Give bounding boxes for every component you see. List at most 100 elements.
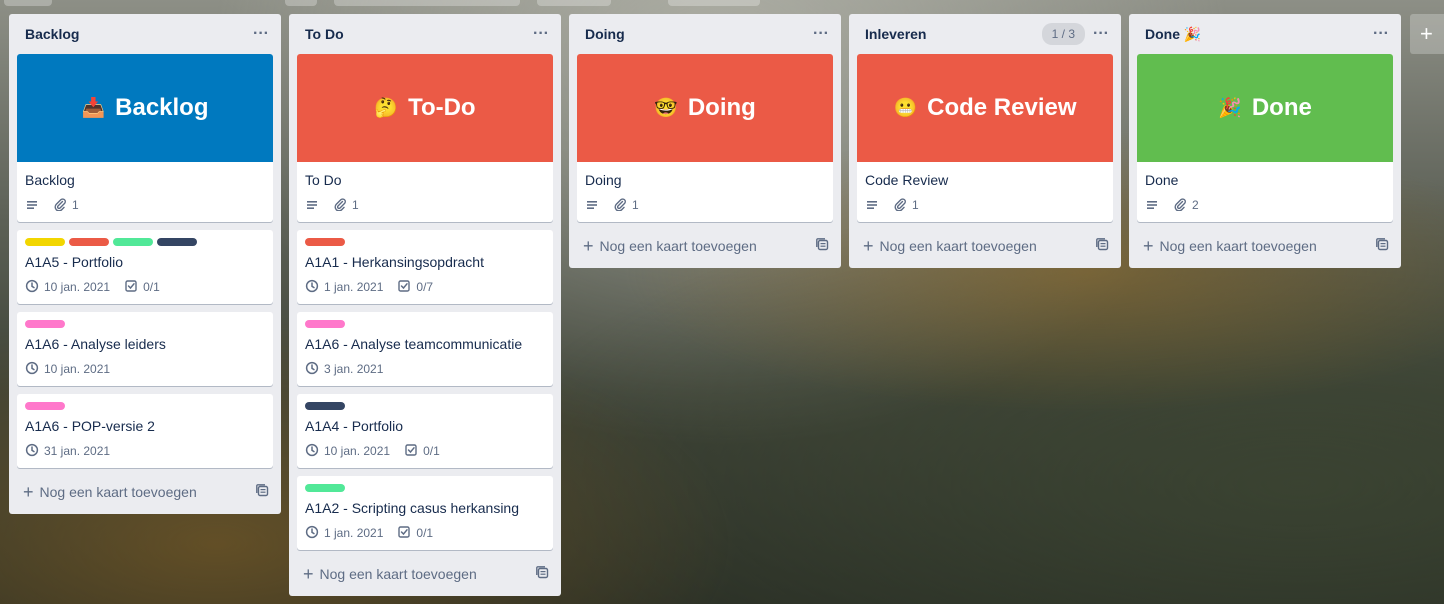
list-menu-icon[interactable]: ··· bbox=[533, 26, 549, 42]
cover-emoji-icon: 😬 bbox=[893, 98, 918, 119]
card-title: A1A6 - POP-versie 2 bbox=[25, 418, 155, 434]
due-date-badge[interactable]: 1 jan. 2021 bbox=[305, 525, 383, 542]
card[interactable]: A1A4 - Portfolio 10 jan. 2021 0/1 bbox=[297, 394, 553, 468]
add-card-button[interactable]: + Nog een kaart toevoegen bbox=[583, 237, 757, 255]
due-date-text: 3 jan. 2021 bbox=[324, 362, 384, 376]
card-badges: 10 jan. 2021 0/1 bbox=[25, 276, 265, 298]
clock-icon bbox=[305, 525, 319, 542]
create-from-template-icon[interactable] bbox=[255, 483, 269, 502]
card-badges: 1 jan. 2021 0/7 bbox=[305, 276, 545, 298]
card-label[interactable] bbox=[305, 402, 345, 410]
card-label[interactable] bbox=[25, 320, 65, 328]
card-cover: 🤓 Doing bbox=[577, 54, 833, 162]
list-menu-icon[interactable]: ··· bbox=[253, 26, 269, 42]
list-menu-icon[interactable]: ··· bbox=[1373, 26, 1389, 42]
cover-text: Code Review bbox=[927, 94, 1077, 121]
card[interactable]: A1A6 - Analyse leiders 10 jan. 2021 bbox=[17, 312, 273, 386]
card-title: A1A2 - Scripting casus herkansing bbox=[305, 500, 519, 516]
card[interactable]: A1A5 - Portfolio 10 jan. 2021 0/1 bbox=[17, 230, 273, 304]
list-0: Backlog ··· 📥 Backlog Backlog 1 A1A5 - Portfol… bbox=[9, 14, 281, 514]
due-date-badge[interactable]: 31 jan. 2021 bbox=[25, 443, 110, 460]
card-labels bbox=[25, 402, 265, 410]
add-list-button[interactable]: + bbox=[1410, 14, 1444, 54]
due-date-badge[interactable]: 10 jan. 2021 bbox=[25, 361, 110, 378]
add-card-row: + Nog een kaart toevoegen bbox=[1137, 230, 1393, 260]
list-title[interactable]: To Do bbox=[305, 26, 344, 42]
description-icon bbox=[1145, 198, 1159, 212]
list-header[interactable]: Done 🎉 ··· bbox=[1137, 14, 1393, 54]
card-body: A1A1 - Herkansingsopdracht 1 jan. 2021 0/7 bbox=[297, 230, 553, 304]
list-title[interactable]: Doing bbox=[585, 26, 625, 42]
card-badges: 1 bbox=[305, 194, 545, 216]
card-body: A1A6 - POP-versie 2 31 jan. 2021 bbox=[17, 394, 273, 468]
card[interactable]: A1A6 - Analyse teamcommunicatie 3 jan. 20… bbox=[297, 312, 553, 386]
card-label[interactable] bbox=[305, 238, 345, 246]
card-cover: 😬 Code Review bbox=[857, 54, 1113, 162]
list-header[interactable]: Backlog ··· bbox=[17, 14, 273, 54]
card[interactable]: A1A2 - Scripting casus herkansing 1 jan. … bbox=[297, 476, 553, 550]
checklist-icon bbox=[124, 279, 138, 296]
due-date-badge[interactable]: 3 jan. 2021 bbox=[305, 361, 383, 378]
list-header-actions: ··· bbox=[533, 26, 549, 42]
card-label[interactable] bbox=[113, 238, 153, 246]
card-label[interactable] bbox=[305, 484, 345, 492]
add-card-button[interactable]: + Nog een kaart toevoegen bbox=[863, 237, 1037, 255]
list-header[interactable]: Doing ··· bbox=[577, 14, 833, 54]
list-header-actions: ··· bbox=[253, 26, 269, 42]
clock-icon bbox=[305, 279, 319, 296]
cover-text: To-Do bbox=[408, 94, 476, 121]
card-body: Done 2 bbox=[1137, 162, 1393, 222]
cover-card[interactable]: 🎉 Done Done 2 bbox=[1137, 54, 1393, 222]
list-header-actions: 1 / 3 ··· bbox=[1041, 23, 1109, 45]
card-labels bbox=[305, 238, 545, 246]
list-1: To Do ··· 🤔 To-Do To Do 1 A1A1 - Herkansingsop… bbox=[289, 14, 561, 596]
list-menu-icon[interactable]: ··· bbox=[813, 26, 829, 42]
cover-emoji-icon: 📥 bbox=[81, 98, 106, 119]
card-label[interactable] bbox=[305, 320, 345, 328]
add-card-button[interactable]: + Nog een kaart toevoegen bbox=[1143, 237, 1317, 255]
due-date-badge[interactable]: 1 jan. 2021 bbox=[305, 279, 383, 296]
card-badges: 31 jan. 2021 bbox=[25, 440, 265, 462]
add-card-button[interactable]: + Nog een kaart toevoegen bbox=[23, 483, 197, 501]
card-badges: 1 bbox=[865, 194, 1105, 216]
create-from-template-icon[interactable] bbox=[815, 237, 829, 256]
attachment-count: 1 bbox=[72, 198, 79, 212]
add-card-row: + Nog een kaart toevoegen bbox=[577, 230, 833, 260]
create-from-template-icon[interactable] bbox=[1375, 237, 1389, 256]
list-title[interactable]: Backlog bbox=[25, 26, 79, 42]
cover-card[interactable]: 🤓 Doing Doing 1 bbox=[577, 54, 833, 222]
card-labels bbox=[305, 320, 545, 328]
list-header[interactable]: To Do ··· bbox=[297, 14, 553, 54]
list-title[interactable]: Inleveren bbox=[865, 26, 926, 42]
list-title[interactable]: Done 🎉 bbox=[1145, 26, 1201, 43]
add-card-button[interactable]: + Nog een kaart toevoegen bbox=[303, 565, 477, 583]
create-from-template-icon[interactable] bbox=[1095, 237, 1109, 256]
cover-card[interactable]: 🤔 To-Do To Do 1 bbox=[297, 54, 553, 222]
card-label[interactable] bbox=[25, 238, 65, 246]
card-label[interactable] bbox=[157, 238, 197, 246]
clock-icon bbox=[305, 361, 319, 378]
list-menu-icon[interactable]: ··· bbox=[1093, 26, 1109, 42]
card[interactable]: A1A6 - POP-versie 2 31 jan. 2021 bbox=[17, 394, 273, 468]
attachment-badge: 1 bbox=[333, 197, 359, 214]
checklist-badge: 0/1 bbox=[124, 279, 160, 296]
due-date-text: 10 jan. 2021 bbox=[44, 280, 111, 294]
add-card-label: Nog een kaart toevoegen bbox=[39, 484, 197, 500]
card-title: Done bbox=[1145, 172, 1179, 188]
card-title: A1A6 - Analyse leiders bbox=[25, 336, 166, 352]
clock-icon bbox=[25, 361, 39, 378]
due-date-badge[interactable]: 10 jan. 2021 bbox=[305, 443, 390, 460]
list-header[interactable]: Inleveren 1 / 3 ··· bbox=[857, 14, 1113, 54]
attachment-count: 1 bbox=[912, 198, 919, 212]
attachment-count: 1 bbox=[352, 198, 359, 212]
checklist-badge: 0/1 bbox=[397, 525, 433, 542]
card-label[interactable] bbox=[69, 238, 109, 246]
card-label[interactable] bbox=[25, 402, 65, 410]
card[interactable]: A1A1 - Herkansingsopdracht 1 jan. 2021 0/7 bbox=[297, 230, 553, 304]
description-icon bbox=[25, 198, 39, 212]
cover-card[interactable]: 📥 Backlog Backlog 1 bbox=[17, 54, 273, 222]
list-header-actions: ··· bbox=[813, 26, 829, 42]
due-date-badge[interactable]: 10 jan. 2021 bbox=[25, 279, 110, 296]
cover-card[interactable]: 😬 Code Review Code Review 1 bbox=[857, 54, 1113, 222]
create-from-template-icon[interactable] bbox=[535, 565, 549, 584]
